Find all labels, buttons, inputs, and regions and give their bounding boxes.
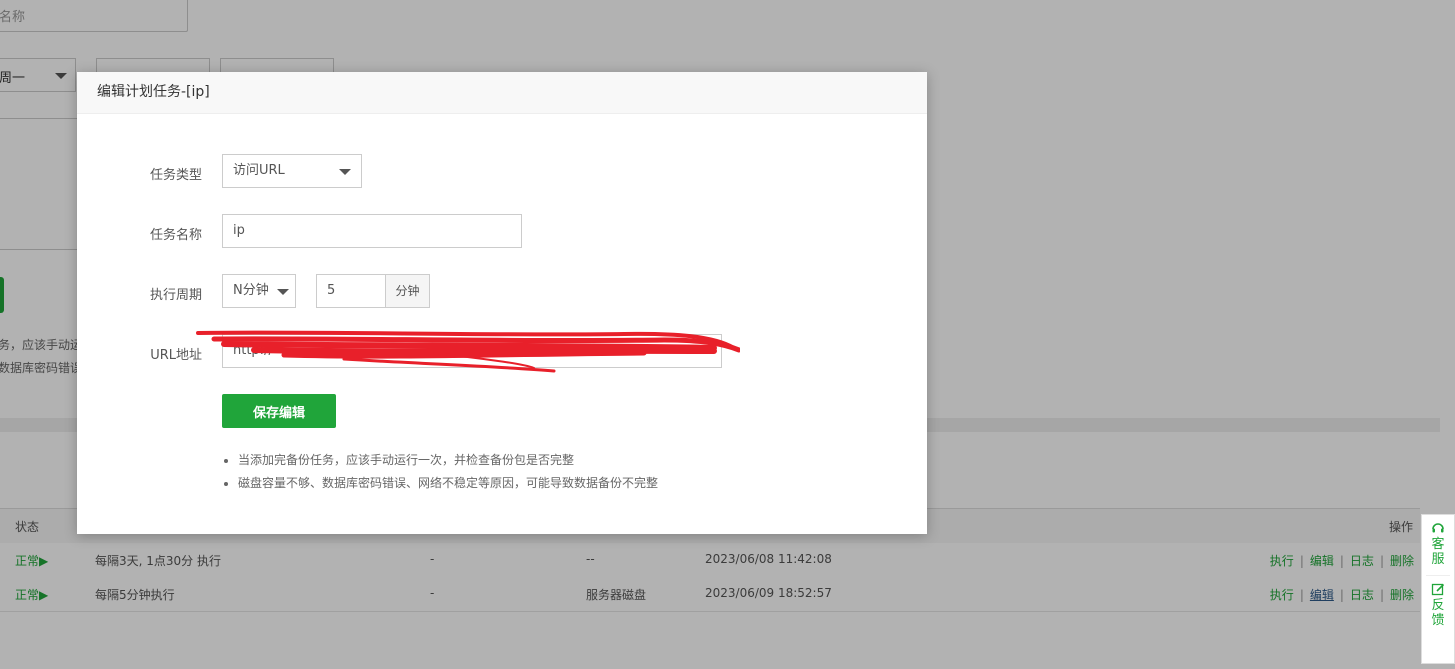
- task-name-input[interactable]: ip: [222, 214, 522, 248]
- task-type-label: 任务类型: [149, 168, 202, 183]
- cycle-type-select[interactable]: N分钟: [222, 274, 296, 308]
- url-label: URL地址: [150, 348, 202, 363]
- headset-icon: [1432, 523, 1444, 533]
- cycle-type-value: N分钟: [233, 283, 269, 298]
- tips-list: 当添加完备份任务，应该手动运行一次，并检查备份包是否完整 磁盘容量不够、数据库密…: [222, 449, 658, 495]
- side-float-panel: 客服 反馈: [1421, 514, 1455, 664]
- minutes-input[interactable]: 5: [316, 274, 386, 308]
- task-name-value: ip: [233, 223, 245, 238]
- edit-icon: [1431, 583, 1445, 596]
- customer-service-button[interactable]: 客服: [1422, 515, 1454, 567]
- tip-item: 磁盘容量不够、数据库密码错误、网络不稳定等原因，可能导致数据备份不完整: [238, 472, 658, 495]
- task-name-label: 任务名称: [149, 228, 202, 243]
- cycle-label: 执行周期: [149, 288, 202, 303]
- feedback-button[interactable]: 反馈: [1422, 576, 1454, 628]
- tip-item: 当添加完备份任务，应该手动运行一次，并检查备份包是否完整: [238, 449, 658, 472]
- minutes-value: 5: [327, 283, 336, 298]
- task-type-select[interactable]: 访问URL: [222, 154, 362, 188]
- minutes-unit-addon: 分钟: [386, 274, 430, 308]
- feedback-label: 反馈: [1431, 598, 1445, 628]
- chevron-down-icon: [277, 289, 289, 295]
- edit-task-dialog: 编辑计划任务-[ip] 任务类型 访问URL 任务名称 ip 执行周期 N分钟 …: [77, 72, 927, 534]
- service-label: 客服: [1431, 537, 1445, 567]
- save-edit-button[interactable]: 保存编辑: [222, 394, 336, 428]
- redaction-scribble: [196, 330, 740, 373]
- task-type-value: 访问URL: [233, 163, 285, 178]
- chevron-down-icon: [339, 169, 351, 175]
- dialog-title: 编辑计划任务-[ip]: [77, 72, 927, 114]
